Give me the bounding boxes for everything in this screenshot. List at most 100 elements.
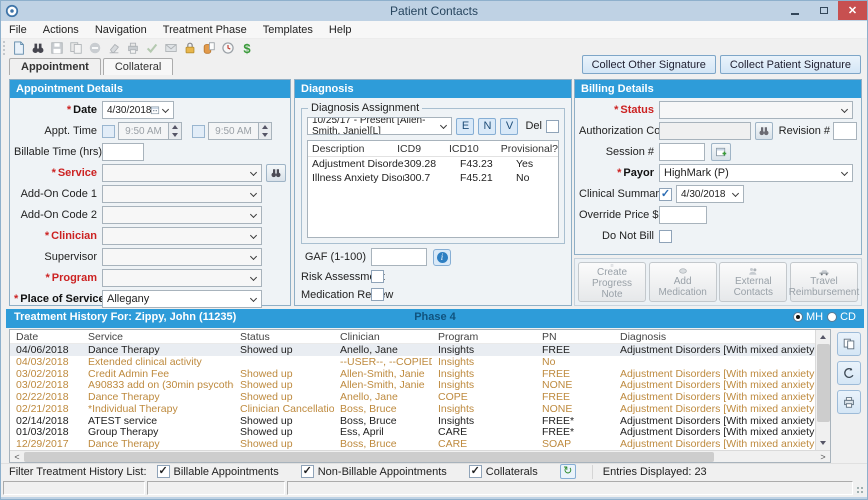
scroll-left-icon[interactable]: < xyxy=(10,452,24,462)
billable-time-input[interactable] xyxy=(102,143,144,161)
addon-code-1-dropdown[interactable] xyxy=(102,185,262,203)
column-header-date[interactable]: Date xyxy=(10,331,82,343)
lock-icon[interactable] xyxy=(181,40,199,56)
menu-file[interactable]: File xyxy=(1,21,35,39)
scroll-down-icon[interactable] xyxy=(816,436,830,450)
authorization-code-input[interactable] xyxy=(659,122,751,140)
session-calendar-button[interactable] xyxy=(711,143,731,161)
minimize-button[interactable] xyxy=(780,1,809,20)
addon-code-2-dropdown[interactable] xyxy=(102,206,262,224)
menu-actions[interactable]: Actions xyxy=(35,21,87,39)
maximize-button[interactable] xyxy=(809,1,838,20)
tab-appointment[interactable]: Appointment xyxy=(9,58,101,75)
filter-checkbox[interactable]: ✓ xyxy=(469,465,482,478)
resize-grip[interactable] xyxy=(857,487,865,495)
table-row[interactable]: 02/22/2018Dance TherapyShowed upAnello, … xyxy=(10,391,830,403)
create-progress-note-button[interactable]: Create ProgressNote xyxy=(578,262,646,302)
service-search-button[interactable] xyxy=(266,164,286,182)
session-input[interactable] xyxy=(659,143,705,161)
time-start-spinner[interactable]: 9:50 AM xyxy=(118,122,182,140)
diagnosis-v-button[interactable]: V xyxy=(500,118,518,135)
column-header-status[interactable]: Status xyxy=(234,331,334,343)
gaf-info-button[interactable]: i xyxy=(433,249,451,266)
column-header-diagnosis[interactable]: Diagnosis xyxy=(614,331,815,343)
vertical-scroll-thumb[interactable] xyxy=(817,344,830,422)
external-contacts-button[interactable]: External Contacts xyxy=(719,262,787,302)
place-of-service-dropdown[interactable]: Allegany xyxy=(102,290,262,308)
clinician-dropdown[interactable] xyxy=(102,227,262,245)
spinner-arrows-icon[interactable] xyxy=(168,123,181,139)
authorization-search-button[interactable] xyxy=(755,122,773,140)
column-header-pn[interactable]: PN xyxy=(536,331,614,343)
vertical-scrollbar[interactable] xyxy=(815,330,830,450)
gaf-input[interactable] xyxy=(371,248,427,266)
collect-patient-signature-button[interactable]: Collect Patient Signature xyxy=(720,55,861,74)
menu-templates[interactable]: Templates xyxy=(255,21,321,39)
refresh-button[interactable]: ↻ xyxy=(560,464,576,479)
time-clock-icon[interactable] xyxy=(219,40,237,56)
horizontal-scroll-thumb[interactable] xyxy=(24,452,714,462)
column-header-program[interactable]: Program xyxy=(432,331,536,343)
status-dropdown[interactable] xyxy=(659,101,853,119)
diagnosis-assignment-dropdown[interactable]: 10/25/17 - Present [Allen-Smith, Janie][… xyxy=(307,117,452,135)
supervisor-dropdown[interactable] xyxy=(102,248,262,266)
save-icon[interactable] xyxy=(48,40,66,56)
add-medication-button[interactable]: Add Medication xyxy=(649,262,717,302)
collect-other-signature-button[interactable]: Collect Other Signature xyxy=(582,55,716,74)
menu-help[interactable]: Help xyxy=(321,21,360,39)
erase-icon[interactable] xyxy=(105,40,123,56)
spinner-arrows-icon[interactable] xyxy=(258,123,271,139)
table-row[interactable]: 04/03/2018Extended clinical activity--US… xyxy=(10,356,830,368)
filter-checkbox[interactable]: ✓ xyxy=(157,465,170,478)
table-row[interactable]: 12/29/2017Dance TherapyShowed upBoss, Br… xyxy=(10,438,830,450)
close-button[interactable]: ✕ xyxy=(838,1,867,20)
print-button[interactable] xyxy=(837,390,861,414)
undo-button[interactable] xyxy=(837,361,861,385)
billing-dollar-icon[interactable]: $ xyxy=(238,40,256,56)
copy-button[interactable] xyxy=(837,332,861,356)
print-icon[interactable] xyxy=(124,40,142,56)
approve-check-icon[interactable] xyxy=(143,40,161,56)
menu-navigation[interactable]: Navigation xyxy=(87,21,155,39)
new-document-icon[interactable] xyxy=(10,40,28,56)
tab-collateral[interactable]: Collateral xyxy=(103,58,173,75)
delete-icon[interactable] xyxy=(86,40,104,56)
table-row[interactable]: 02/21/2018*Individual TherapyClinician C… xyxy=(10,403,830,415)
diagnosis-row[interactable]: Illness Anxiety Disorder300.7F45.21No xyxy=(308,171,558,185)
medication-review-checkbox[interactable] xyxy=(371,288,384,301)
table-row[interactable]: 04/06/2018Dance TherapyShowed upAnello, … xyxy=(10,344,830,356)
do-not-bill-checkbox[interactable] xyxy=(659,230,672,243)
scroll-up-icon[interactable] xyxy=(816,330,830,344)
table-row[interactable]: 02/14/2018ATEST serviceShowed upBoss, Br… xyxy=(10,415,830,427)
time-start-checkbox[interactable] xyxy=(102,125,115,138)
clinical-summary-checkbox[interactable]: ✓ xyxy=(659,188,672,201)
time-end-spinner[interactable]: 9:50 AM xyxy=(208,122,272,140)
column-header-clinician[interactable]: Clinician xyxy=(334,331,432,343)
email-icon[interactable] xyxy=(162,40,180,56)
menu-treatment-phase[interactable]: Treatment Phase xyxy=(155,21,255,39)
table-row[interactable]: 01/03/2018Group TherapyShowed upEss, Apr… xyxy=(10,427,830,439)
table-row[interactable]: 03/02/2018A90833 add on (30min psycother… xyxy=(10,379,830,391)
travel-reimbursement-button[interactable]: Travel Reimbursement xyxy=(790,262,858,302)
scroll-right-icon[interactable]: > xyxy=(816,452,830,462)
diagnosis-e-button[interactable]: E xyxy=(456,118,474,135)
time-end-checkbox[interactable] xyxy=(192,125,205,138)
risk-assessment-checkbox[interactable] xyxy=(371,270,384,283)
diagnosis-n-button[interactable]: N xyxy=(478,118,496,135)
contact-record-icon[interactable] xyxy=(200,40,218,56)
service-dropdown[interactable] xyxy=(102,164,262,182)
clinical-summary-date-dropdown[interactable]: 4/30/2018 xyxy=(676,185,744,203)
radio-cd[interactable] xyxy=(827,312,837,322)
payor-dropdown[interactable]: HighMark (P) xyxy=(659,164,853,182)
horizontal-scrollbar[interactable]: < > xyxy=(10,450,830,462)
filter-checkbox[interactable]: ✓ xyxy=(301,465,314,478)
search-binoculars-icon[interactable] xyxy=(29,40,47,56)
date-picker[interactable]: 4/30/2018 xyxy=(102,101,174,119)
revision-input[interactable] xyxy=(833,122,857,140)
diagnosis-row[interactable]: Adjustment Disorders [Wi...309.28F43.23Y… xyxy=(308,157,558,171)
del-checkbox[interactable] xyxy=(546,120,559,133)
override-price-input[interactable] xyxy=(659,206,707,224)
column-header-service[interactable]: Service xyxy=(82,331,234,343)
table-row[interactable]: 03/02/2018Credit Admin FeeShowed upAllen… xyxy=(10,368,830,380)
program-dropdown[interactable] xyxy=(102,269,262,287)
